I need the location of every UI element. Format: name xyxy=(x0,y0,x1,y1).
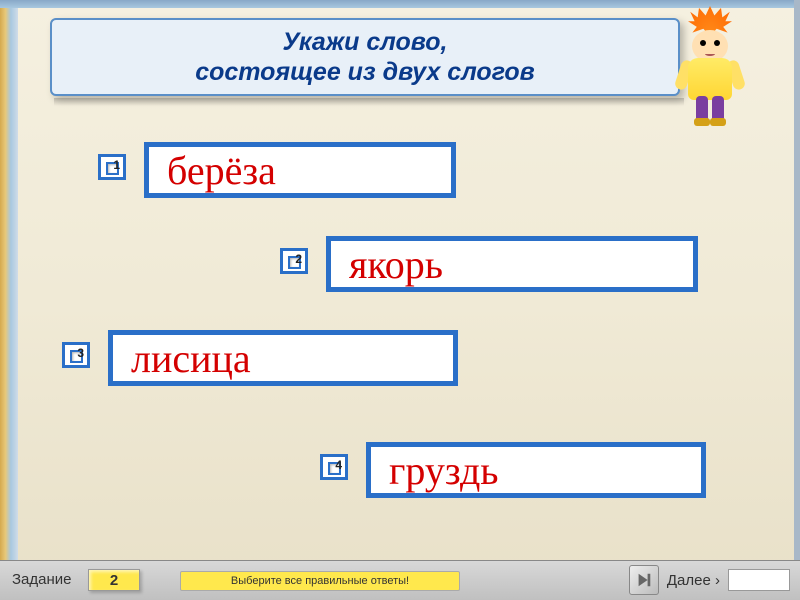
next-icon[interactable] xyxy=(629,565,659,595)
option-2-number: 2 xyxy=(295,252,302,266)
option-2-word-box[interactable]: якорь xyxy=(326,236,698,292)
eye-right xyxy=(714,40,720,46)
option-1-word-box[interactable]: берёза xyxy=(144,142,456,198)
option-2-number-box: 2 xyxy=(280,248,308,274)
option-4-number-box: 4 xyxy=(320,454,348,480)
option-3-number: 3 xyxy=(77,346,84,360)
task-label: Задание xyxy=(12,571,72,588)
title-shadow xyxy=(54,98,684,106)
character-torso xyxy=(688,58,732,100)
question-title-bar: Укажи слово, состоящее из двух слогов xyxy=(50,18,680,96)
option-4-word-box[interactable]: груздь xyxy=(366,442,706,498)
option-3-number-box: 3 xyxy=(62,342,90,368)
border-right xyxy=(794,0,800,560)
next-label[interactable]: Далее › xyxy=(667,572,720,589)
task-number-badge: 2 xyxy=(88,569,140,591)
footer-bar: Задание 2 Выберите все правильные ответы… xyxy=(0,560,800,600)
boot-right xyxy=(710,118,726,126)
option-3-word-box[interactable]: лисица xyxy=(108,330,458,386)
title-line2: состоящее из двух слогов xyxy=(195,58,535,86)
boot-left xyxy=(694,118,710,126)
hint-text: Выберите все правильные ответы! xyxy=(231,575,409,587)
title-line1: Укажи слово, xyxy=(283,28,448,56)
task-number: 2 xyxy=(110,572,118,589)
option-3-word: лисица xyxy=(131,335,251,382)
border-left xyxy=(0,0,18,560)
hint-box: Выберите все правильные ответы! xyxy=(180,571,460,591)
character-mascot xyxy=(660,6,760,136)
option-1-word: берёза xyxy=(167,147,276,194)
character-legs xyxy=(694,96,726,126)
option-2-word: якорь xyxy=(349,241,443,288)
mouth xyxy=(705,52,715,56)
question-title: Укажи слово, состоящее из двух слогов xyxy=(195,27,535,87)
option-1-number: 1 xyxy=(113,158,120,172)
option-4-number: 4 xyxy=(335,458,342,472)
next-input-box[interactable] xyxy=(728,569,790,591)
option-4-word: груздь xyxy=(389,447,499,494)
next-area: Далее › xyxy=(629,565,790,595)
option-1-number-box: 1 xyxy=(98,154,126,180)
eye-left xyxy=(700,40,706,46)
